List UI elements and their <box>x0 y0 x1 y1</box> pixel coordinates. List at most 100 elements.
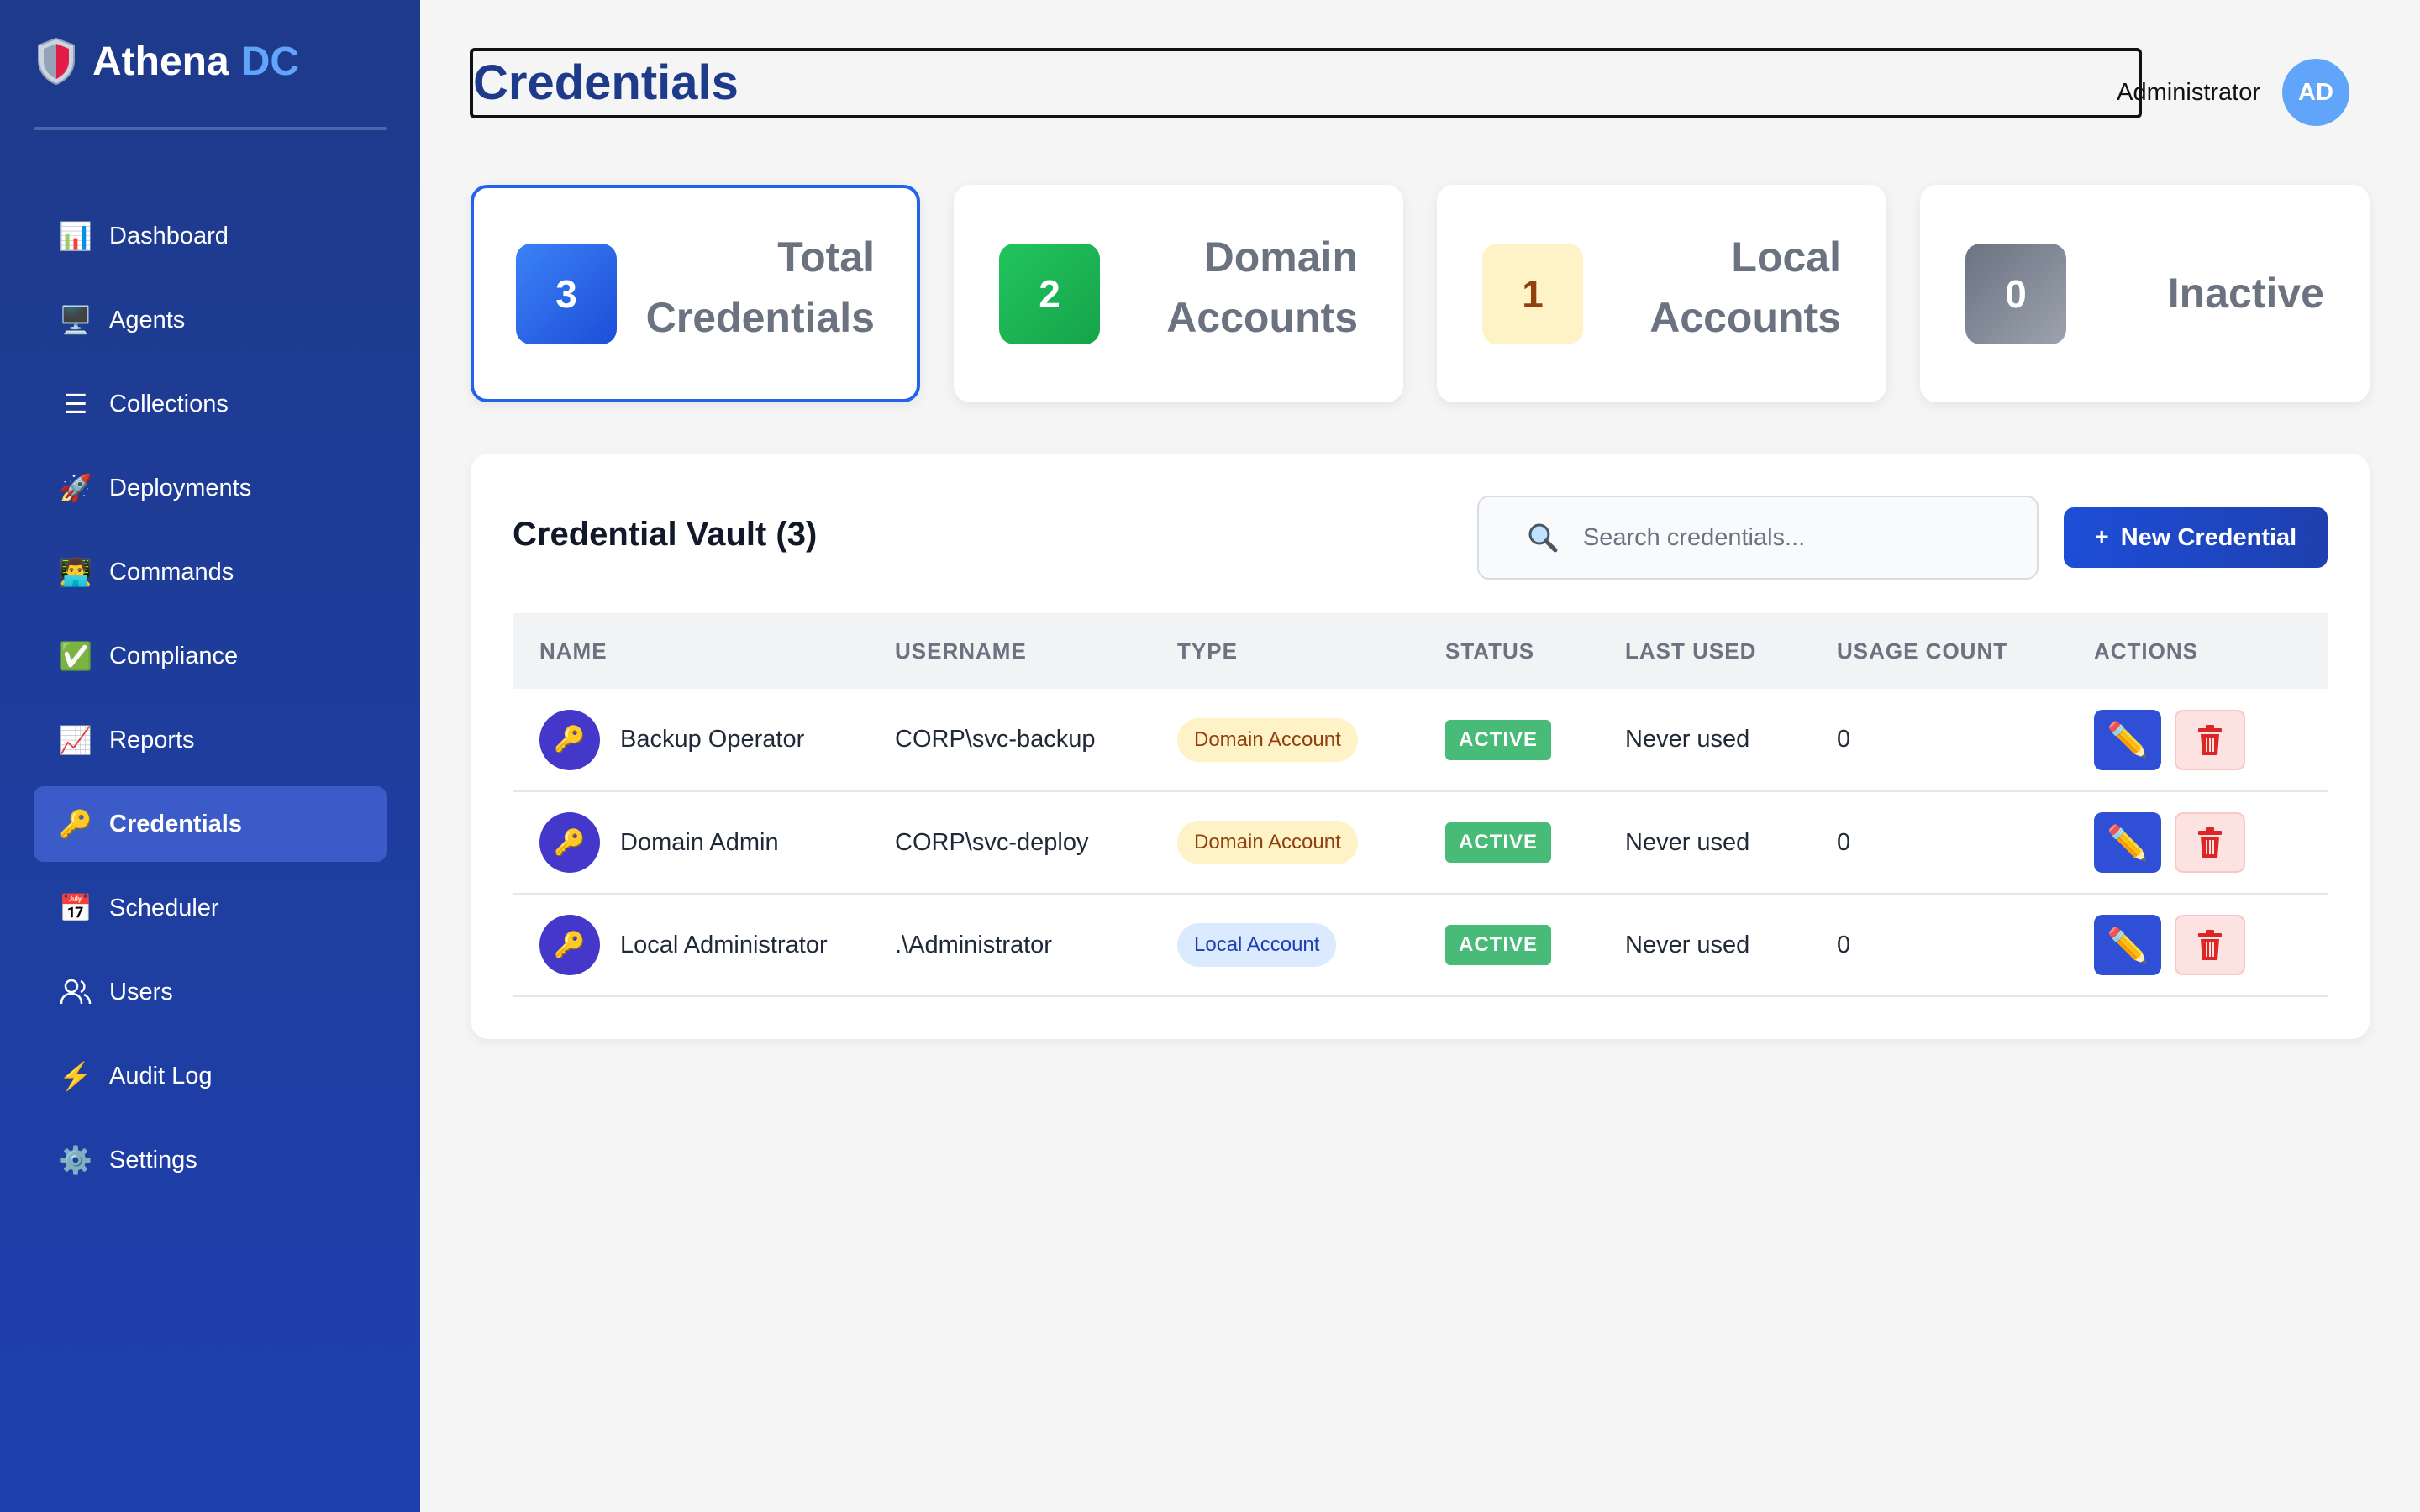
check-icon: ✅ <box>59 641 92 671</box>
search-icon <box>1528 523 1558 553</box>
pencil-icon: ✏️ <box>2107 722 2149 759</box>
vault-title: Credential Vault (3) <box>513 516 818 553</box>
sidebar-item-credentials[interactable]: 🔑 Credentials <box>34 786 387 862</box>
sidebar-item-audit-log[interactable]: ⚡ Audit Log <box>34 1038 387 1114</box>
column-header-usage-count[interactable]: USAGE COUNT <box>1837 613 2094 689</box>
credential-name: Domain Admin <box>620 828 779 856</box>
last-used: Never used <box>1625 726 1750 753</box>
search-box[interactable] <box>1477 496 2039 580</box>
pencil-icon: ✏️ <box>2107 927 2149 964</box>
last-used: Never used <box>1625 828 1750 856</box>
column-header-type[interactable]: TYPE <box>1177 613 1445 689</box>
delete-button[interactable] <box>2175 709 2245 770</box>
stat-card-total[interactable]: 3 Total Credentials <box>471 185 920 402</box>
stat-card-inactive[interactable]: 0 Inactive <box>1920 185 2370 402</box>
sidebar-item-label: Scheduler <box>109 894 219 921</box>
sidebar-item-dashboard[interactable]: 📊 Dashboard <box>34 198 387 274</box>
stat-label: Local Accounts <box>1649 234 1841 341</box>
table-header-row: NAME USERNAME TYPE STATUS LAST USED USAG… <box>513 613 2328 689</box>
users-icon <box>60 979 92 1005</box>
sidebar-item-label: Audit Log <box>109 1062 213 1089</box>
search-input[interactable] <box>1581 522 2037 553</box>
sidebar-item-label: Credentials <box>109 810 242 837</box>
sidebar-nav: 📊 Dashboard 🖥️ Agents ☰ Collections 🚀 De… <box>34 198 387 1206</box>
sidebar-item-label: Compliance <box>109 642 239 669</box>
column-header-username[interactable]: USERNAME <box>895 613 1177 689</box>
stat-value: 1 <box>1482 244 1583 344</box>
technician-icon: 👨‍💻 <box>59 557 92 587</box>
sidebar-item-settings[interactable]: ⚙️ Settings <box>34 1122 387 1198</box>
credential-username: CORP\svc-deploy <box>895 828 1089 856</box>
key-icon: 🔑 <box>539 709 600 770</box>
type-badge: Domain Account <box>1177 821 1358 864</box>
edit-button[interactable]: ✏️ <box>2094 709 2161 770</box>
user-name: Administrator <box>2117 78 2260 106</box>
key-icon: 🔑 <box>539 915 600 975</box>
sidebar-item-reports[interactable]: 📈 Reports <box>34 702 387 778</box>
stat-value: 2 <box>999 244 1100 344</box>
user-menu[interactable]: Administrator AD <box>2117 59 2349 126</box>
credential-vault-panel: Credential Vault (3) + New Credential NA… <box>471 454 2370 1039</box>
sidebar-item-agents[interactable]: 🖥️ Agents <box>34 282 387 358</box>
status-badge: ACTIVE <box>1445 719 1552 760</box>
usage-count: 0 <box>1837 931 1851 958</box>
sidebar-item-deployments[interactable]: 🚀 Deployments <box>34 450 387 526</box>
sidebar-item-label: Reports <box>109 726 195 753</box>
sidebar-item-collections[interactable]: ☰ Collections <box>34 366 387 442</box>
trash-icon <box>2198 827 2222 858</box>
sidebar-item-label: Collections <box>109 390 229 417</box>
column-header-name[interactable]: NAME <box>513 613 895 689</box>
credentials-table: NAME USERNAME TYPE STATUS LAST USED USAG… <box>513 613 2328 997</box>
main-content: Credentials Administrator AD 3 Total Cre… <box>420 0 2420 1512</box>
stat-value: 0 <box>1965 244 2066 344</box>
credential-username: CORP\svc-backup <box>895 726 1096 753</box>
stat-card-domain[interactable]: 2 Domain Accounts <box>954 185 1403 402</box>
sidebar-item-users[interactable]: Users <box>34 954 387 1030</box>
table-row[interactable]: 🔑 Domain Admin CORP\svc-deploy Domain Ac… <box>513 791 2328 894</box>
new-credential-button[interactable]: + New Credential <box>2064 507 2328 568</box>
stats-cards: 3 Total Credentials 2 Domain Accounts 1 … <box>471 185 2370 402</box>
column-header-last-used[interactable]: LAST USED <box>1625 613 1837 689</box>
rocket-icon: 🚀 <box>59 473 92 503</box>
monitor-icon: 🖥️ <box>59 305 92 335</box>
status-badge: ACTIVE <box>1445 925 1552 965</box>
edit-button[interactable]: ✏️ <box>2094 812 2161 873</box>
brand-accent: DC <box>240 39 300 84</box>
type-badge: Domain Account <box>1177 717 1358 762</box>
sidebar-item-label: Agents <box>109 306 186 333</box>
lightning-icon: ⚡ <box>59 1061 92 1091</box>
trash-icon <box>2198 930 2222 960</box>
avatar[interactable]: AD <box>2282 59 2349 126</box>
sidebar-item-label: Settings <box>109 1146 197 1173</box>
credential-username: .\Administrator <box>895 931 1052 958</box>
delete-button[interactable] <box>2175 812 2245 873</box>
edit-button[interactable]: ✏️ <box>2094 915 2161 975</box>
sidebar-item-compliance[interactable]: ✅ Compliance <box>34 618 387 694</box>
pencil-icon: ✏️ <box>2107 824 2149 862</box>
last-used: Never used <box>1625 931 1750 958</box>
table-row[interactable]: 🔑 Backup Operator CORP\svc-backup Domain… <box>513 689 2328 791</box>
sidebar-item-label: Users <box>109 978 173 1005</box>
sidebar-item-label: Deployments <box>109 474 252 501</box>
bar-chart-icon: 📊 <box>59 221 92 251</box>
delete-button[interactable] <box>2175 915 2245 975</box>
stat-card-local[interactable]: 1 Local Accounts <box>1437 185 1886 402</box>
usage-count: 0 <box>1837 828 1851 856</box>
column-header-actions: ACTIONS <box>2094 638 2198 664</box>
credential-name: Backup Operator <box>620 726 805 753</box>
status-badge: ACTIVE <box>1445 822 1552 863</box>
sidebar-item-label: Dashboard <box>109 222 229 249</box>
column-header-status[interactable]: STATUS <box>1445 613 1625 689</box>
sidebar-divider <box>34 127 387 130</box>
sidebar-item-scheduler[interactable]: 📅 Scheduler <box>34 870 387 946</box>
stat-value: 3 <box>516 244 617 344</box>
brand[interactable]: Athena DC <box>35 37 299 86</box>
sidebar: Athena DC 📊 Dashboard 🖥️ Agents ☰ Collec… <box>0 0 420 1512</box>
sidebar-item-commands[interactable]: 👨‍💻 Commands <box>34 534 387 610</box>
calendar-icon: 📅 <box>59 893 92 923</box>
stat-label: Total Credentials <box>645 234 875 341</box>
sidebar-item-label: Commands <box>109 558 234 585</box>
shield-icon <box>38 37 75 86</box>
table-row[interactable]: 🔑 Local Administrator .\Administrator Lo… <box>513 894 2328 996</box>
stat-label: Inactive <box>2167 270 2324 317</box>
